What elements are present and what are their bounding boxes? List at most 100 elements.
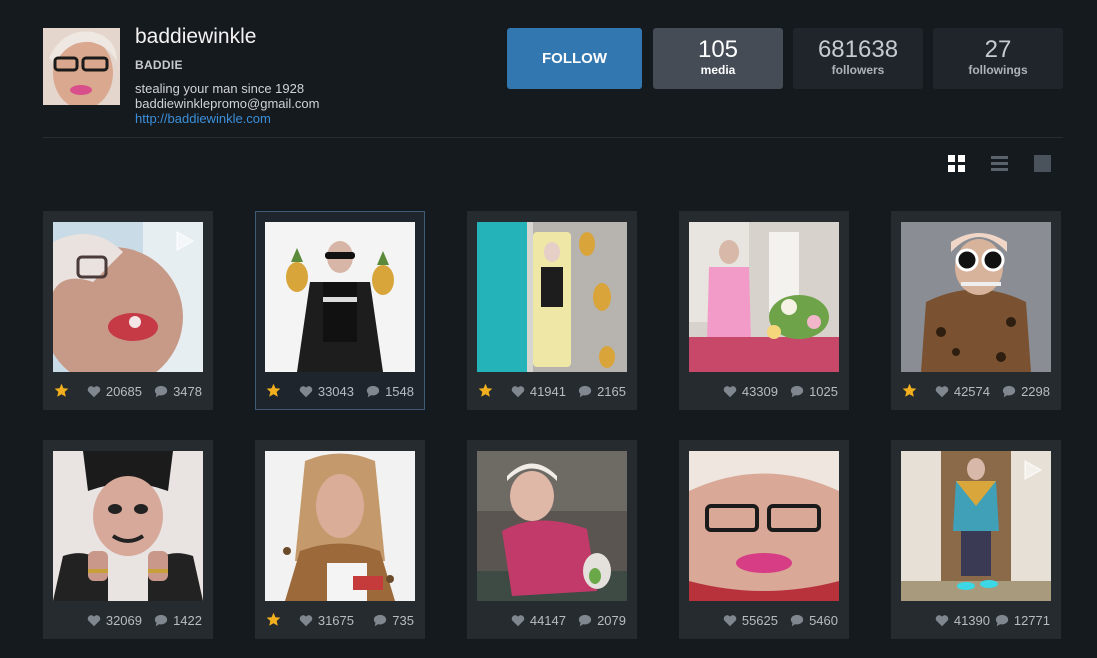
post-thumbnail[interactable] bbox=[689, 451, 839, 601]
post-thumbnail[interactable] bbox=[901, 222, 1051, 372]
star-icon[interactable] bbox=[478, 383, 493, 398]
comments-count: 1025 bbox=[790, 384, 838, 399]
comments-value: 3478 bbox=[173, 384, 202, 399]
likes-value: 55625 bbox=[741, 613, 778, 628]
media-card[interactable]: 32069 1422 bbox=[43, 440, 213, 639]
post-meta: 41390 12771 bbox=[892, 611, 1060, 631]
post-thumbnail[interactable] bbox=[689, 222, 839, 372]
likes-count: 41390 bbox=[935, 613, 990, 628]
post-thumbnail[interactable] bbox=[477, 222, 627, 372]
likes-value: 44147 bbox=[529, 613, 566, 628]
media-card[interactable]: 44147 2079 bbox=[467, 440, 637, 639]
comments-value: 1025 bbox=[809, 384, 838, 399]
post-thumbnail[interactable] bbox=[53, 451, 203, 601]
post-thumbnail[interactable] bbox=[477, 451, 627, 601]
stat-media-label: media bbox=[700, 63, 736, 77]
comment-icon bbox=[366, 385, 380, 398]
comments-count: 2165 bbox=[578, 384, 626, 399]
post-thumbnail[interactable] bbox=[53, 222, 203, 372]
heart-icon bbox=[511, 614, 525, 627]
profile-avatar[interactable] bbox=[43, 28, 120, 105]
media-card[interactable]: 33043 1548 bbox=[255, 211, 425, 410]
comment-icon bbox=[995, 614, 1009, 627]
comments-value: 735 bbox=[392, 613, 414, 628]
likes-count: 44147 bbox=[511, 613, 566, 628]
likes-value: 42574 bbox=[953, 384, 990, 399]
likes-count: 33043 bbox=[299, 384, 354, 399]
comments-count: 2079 bbox=[578, 613, 626, 628]
likes-value: 43309 bbox=[741, 384, 778, 399]
heart-icon bbox=[935, 614, 949, 627]
post-meta: 32069 1422 bbox=[44, 611, 212, 631]
heart-icon bbox=[299, 385, 313, 398]
likes-value: 32069 bbox=[105, 613, 142, 628]
heart-icon bbox=[299, 614, 313, 627]
comments-count: 1422 bbox=[154, 613, 202, 628]
comment-icon bbox=[790, 614, 804, 627]
post-thumbnail[interactable] bbox=[265, 451, 415, 601]
comments-value: 2165 bbox=[597, 384, 626, 399]
comment-icon bbox=[578, 385, 592, 398]
media-card[interactable]: 43309 1025 bbox=[679, 211, 849, 410]
comments-count: 735 bbox=[373, 613, 414, 628]
likes-count: 55625 bbox=[723, 613, 778, 628]
stat-followers[interactable]: 681638 followers bbox=[793, 28, 923, 89]
stat-media[interactable]: 105 media bbox=[653, 28, 783, 89]
single-view-icon[interactable] bbox=[1031, 152, 1053, 174]
post-thumbnail[interactable] bbox=[265, 222, 415, 372]
stat-followings-label: followings bbox=[968, 63, 1028, 77]
comments-count: 2298 bbox=[1002, 384, 1050, 399]
follow-button[interactable]: FOLLOW bbox=[507, 28, 642, 89]
star-icon[interactable] bbox=[54, 383, 69, 398]
stat-media-count: 105 bbox=[697, 36, 739, 63]
heart-icon bbox=[723, 614, 737, 627]
post-meta: 20685 3478 bbox=[44, 382, 212, 402]
media-card[interactable]: 31675 735 bbox=[255, 440, 425, 639]
grid-view-icon[interactable] bbox=[945, 152, 967, 174]
stat-followers-count: 681638 bbox=[817, 36, 899, 63]
media-card[interactable]: 55625 5460 bbox=[679, 440, 849, 639]
likes-count: 43309 bbox=[723, 384, 778, 399]
comments-value: 5460 bbox=[809, 613, 838, 628]
post-thumbnail[interactable] bbox=[901, 451, 1051, 601]
comments-count: 3478 bbox=[154, 384, 202, 399]
star-icon[interactable] bbox=[902, 383, 917, 398]
likes-value: 41941 bbox=[529, 384, 566, 399]
bio-line: stealing your man since 1928 bbox=[135, 81, 305, 96]
comment-icon bbox=[154, 614, 168, 627]
comment-icon bbox=[578, 614, 592, 627]
comments-value: 12771 bbox=[1013, 613, 1050, 628]
comments-value: 1548 bbox=[385, 384, 414, 399]
video-play-icon bbox=[1021, 459, 1043, 481]
comment-icon bbox=[790, 385, 804, 398]
media-card[interactable]: 41390 12771 bbox=[891, 440, 1061, 639]
comments-count: 1548 bbox=[366, 384, 414, 399]
heart-icon bbox=[511, 385, 525, 398]
media-card[interactable]: 41941 2165 bbox=[467, 211, 637, 410]
star-icon[interactable] bbox=[266, 383, 281, 398]
comment-icon bbox=[373, 614, 387, 627]
list-view-icon[interactable] bbox=[988, 152, 1010, 174]
likes-value: 41390 bbox=[953, 613, 990, 628]
profile-website-link[interactable]: http://baddiewinkle.com bbox=[135, 111, 319, 126]
heart-icon bbox=[723, 385, 737, 398]
header-divider bbox=[43, 137, 1063, 138]
stat-followings[interactable]: 27 followings bbox=[933, 28, 1063, 89]
post-meta: 55625 5460 bbox=[680, 611, 848, 631]
star-icon[interactable] bbox=[266, 612, 281, 627]
likes-count: 32069 bbox=[87, 613, 142, 628]
heart-icon bbox=[935, 385, 949, 398]
post-meta: 33043 1548 bbox=[256, 382, 424, 402]
profile-bio: stealing your man since 1928 baddiewinkl… bbox=[135, 81, 319, 126]
likes-count: 20685 bbox=[87, 384, 142, 399]
post-meta: 31675 735 bbox=[256, 611, 424, 631]
likes-value: 31675 bbox=[317, 613, 354, 628]
post-meta: 43309 1025 bbox=[680, 382, 848, 402]
media-card[interactable]: 20685 3478 bbox=[43, 211, 213, 410]
heart-icon bbox=[87, 385, 101, 398]
comments-count: 5460 bbox=[790, 613, 838, 628]
post-meta: 44147 2079 bbox=[468, 611, 636, 631]
likes-value: 33043 bbox=[317, 384, 354, 399]
media-card[interactable]: 42574 2298 bbox=[891, 211, 1061, 410]
stat-followings-count: 27 bbox=[984, 36, 1012, 63]
